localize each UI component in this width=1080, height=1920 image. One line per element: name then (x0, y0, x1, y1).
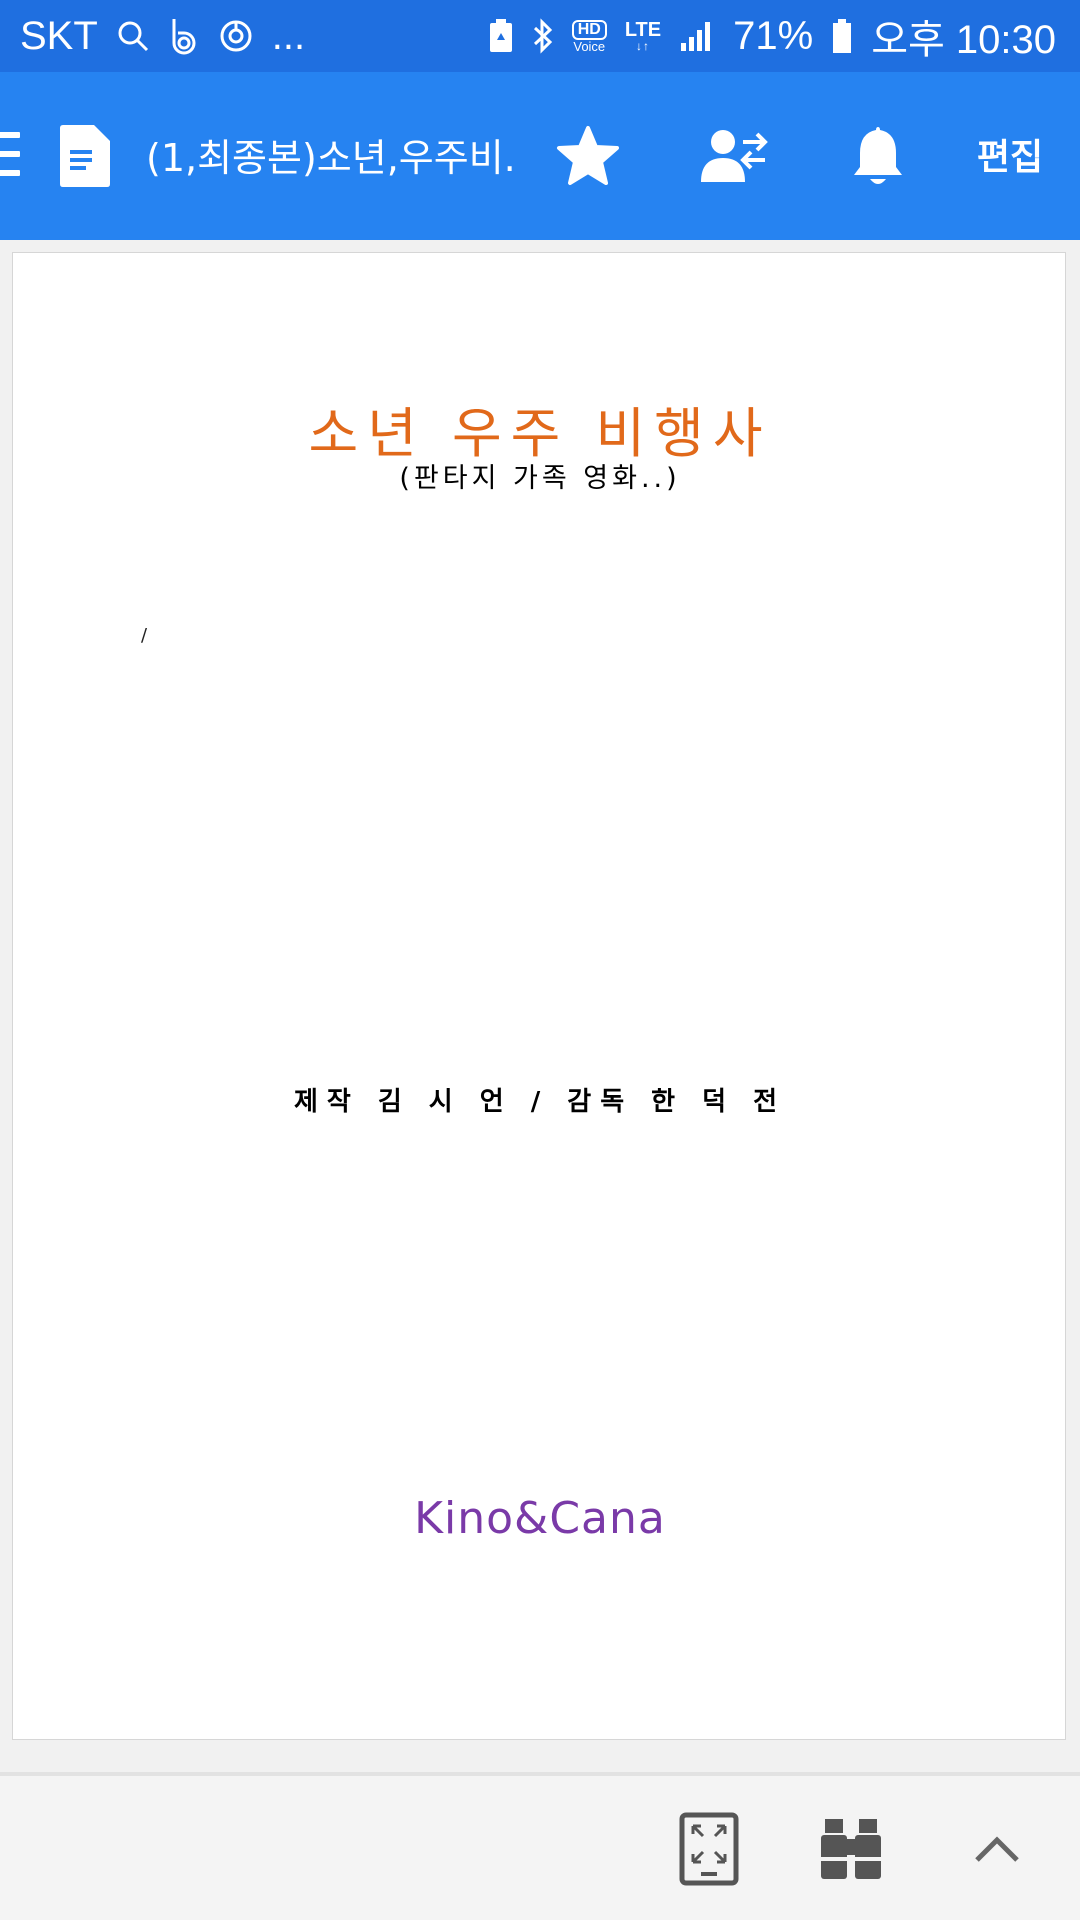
document-title: (1,최종본)소년,우주비... (146, 136, 516, 180)
star-icon (557, 126, 619, 185)
lte-icon: LTE ↓↑ (624, 19, 662, 53)
bluetooth-icon (532, 18, 554, 54)
find-button[interactable] (806, 1804, 896, 1894)
clock: 오후 10:30 (871, 18, 1056, 62)
fit-screen-icon (679, 1812, 739, 1886)
signal-icon (679, 19, 715, 53)
document-icon (58, 124, 112, 192)
battery-saver-icon (488, 18, 514, 54)
b-app-icon (168, 17, 200, 55)
binoculars-icon (821, 1819, 881, 1879)
fit-to-screen-button[interactable] (664, 1804, 754, 1894)
chevron-up-icon (975, 1836, 1019, 1862)
document-subtitle: (판타지 가족 영화..) (399, 463, 681, 494)
bell-icon (854, 127, 902, 184)
share-user-button[interactable] (692, 114, 776, 198)
stray-mark: / (141, 625, 148, 646)
scroll-up-button[interactable] (952, 1804, 1042, 1894)
menu-icon[interactable] (0, 132, 20, 176)
battery-percent: 71% (733, 13, 814, 58)
document-page: 소년 우주 비행사 (판타지 가족 영화..) / 제작 김 시 언 / 감독 … (12, 252, 1066, 1740)
status-left: SKT ... (20, 14, 305, 59)
bottom-toolbar (0, 1772, 1080, 1920)
status-bar: SKT ... HD Voice LTE ↓↑ 71% 오후 10:30 (0, 0, 1080, 72)
company-name: Kino&Cana (414, 1493, 666, 1544)
more-notifications: ... (271, 13, 306, 58)
document-viewer[interactable]: 소년 우주 비행사 (판타지 가족 영화..) / 제작 김 시 언 / 감독 … (0, 240, 1080, 1772)
status-right: HD Voice LTE ↓↑ 71% 오후 10:30 (488, 7, 1056, 65)
app-bar: (1,최종본)소년,우주비... 편집 (0, 72, 1080, 240)
carrier-label: SKT (20, 13, 98, 58)
hd-voice-icon: HD Voice (571, 19, 607, 54)
search-icon (116, 19, 150, 53)
sync-app-icon (218, 18, 254, 54)
person-share-icon (701, 130, 768, 182)
edit-button[interactable]: 편집 (960, 128, 1060, 188)
notification-button[interactable] (836, 114, 920, 198)
credits-line: 제작 김 시 언 / 감독 한 덕 전 (293, 1087, 787, 1117)
battery-icon (831, 17, 853, 55)
favorite-star-button[interactable] (546, 114, 630, 198)
